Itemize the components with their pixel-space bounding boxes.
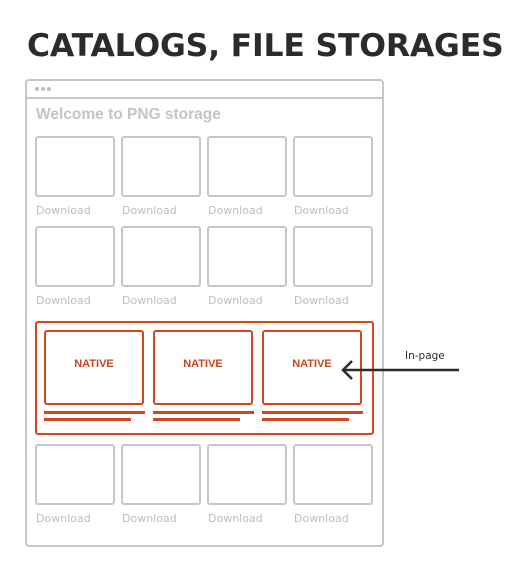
download-link[interactable]: Download — [294, 294, 349, 307]
browser-window-frame: Welcome to PNG storage Download Download… — [25, 79, 384, 547]
arrow-left-icon — [341, 360, 459, 380]
image-tile-placeholder[interactable] — [121, 136, 201, 197]
download-link[interactable]: Download — [36, 204, 91, 217]
download-link[interactable]: Download — [208, 294, 263, 307]
download-link[interactable]: Download — [208, 512, 263, 525]
image-tile-placeholder[interactable] — [293, 136, 373, 197]
welcome-heading: Welcome to PNG storage — [36, 106, 221, 123]
image-tile-placeholder[interactable] — [207, 136, 287, 197]
native-text-line — [153, 418, 240, 421]
native-card-frame: NATIVE — [44, 330, 144, 405]
download-link[interactable]: Download — [36, 512, 91, 525]
native-text-line — [153, 411, 254, 414]
image-tile-placeholder[interactable] — [293, 226, 373, 287]
download-link[interactable]: Download — [208, 204, 263, 217]
image-tile-placeholder[interactable] — [35, 136, 115, 197]
window-titlebar — [27, 81, 382, 99]
native-text-line — [44, 418, 131, 421]
page-heading: CATALOGS, FILE STORAGES — [27, 28, 504, 64]
native-text-line — [262, 418, 349, 421]
image-tile-placeholder[interactable] — [293, 444, 373, 505]
image-tile-placeholder[interactable] — [121, 444, 201, 505]
native-text-line — [262, 411, 363, 414]
native-ad-block: NATIVE NATIVE NATIVE — [35, 321, 374, 435]
download-link[interactable]: Download — [122, 204, 177, 217]
native-card-frame: NATIVE — [153, 330, 253, 405]
native-label: NATIVE — [74, 358, 114, 370]
download-link[interactable]: Download — [122, 512, 177, 525]
native-text-line — [44, 411, 145, 414]
image-tile-placeholder[interactable] — [35, 444, 115, 505]
download-link[interactable]: Download — [36, 294, 91, 307]
download-link[interactable]: Download — [294, 512, 349, 525]
download-link[interactable]: Download — [294, 204, 349, 217]
image-tile-placeholder[interactable] — [121, 226, 201, 287]
image-tile-placeholder[interactable] — [35, 226, 115, 287]
window-dots-icon — [35, 86, 53, 93]
download-link[interactable]: Download — [122, 294, 177, 307]
image-tile-placeholder[interactable] — [207, 226, 287, 287]
image-tile-placeholder[interactable] — [207, 444, 287, 505]
native-label: NATIVE — [183, 358, 223, 370]
